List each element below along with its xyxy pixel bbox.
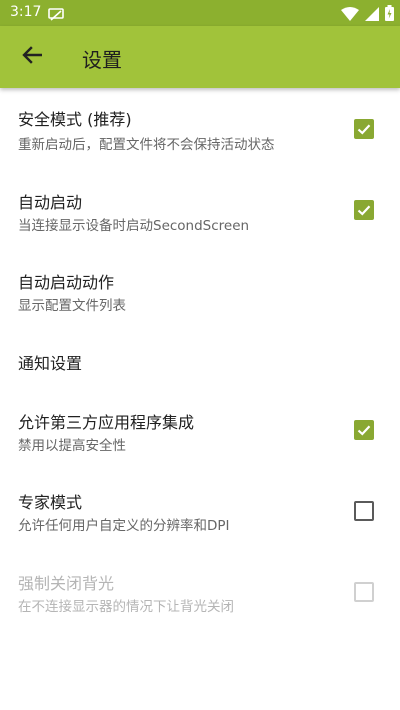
- setting-title: 自动启动: [18, 193, 83, 212]
- setting-title: 强制关闭背光: [18, 574, 115, 593]
- setting-notification[interactable]: 通知设置: [0, 328, 400, 388]
- setting-title: 安全模式 (推荐): [18, 110, 132, 129]
- page-title: 设置: [82, 48, 122, 72]
- safe-mode-checkbox[interactable]: [354, 119, 374, 139]
- setting-safe-mode[interactable]: 安全模式 (推荐) 重新启动后，配置文件将不会保持活动状态: [0, 88, 400, 168]
- setting-force-backlight-off: 强制关闭背光 在不连接显示器的情况下让背光关闭: [0, 548, 400, 628]
- expert-mode-checkbox[interactable]: [354, 501, 374, 521]
- setting-summary: 禁用以提高安全性: [18, 438, 126, 454]
- setting-title: 通知设置: [18, 354, 83, 373]
- setting-summary: 当连接显示设备时启动SecondScreen: [18, 218, 250, 234]
- battery-icon: [385, 5, 394, 25]
- toolbar: 设置: [0, 26, 400, 88]
- setting-expert-mode[interactable]: 专家模式 允许任何用户自定义的分辨率和DPI: [0, 468, 400, 548]
- setting-summary: 允许任何用户自定义的分辨率和DPI: [18, 518, 230, 534]
- setting-summary: 在不连接显示器的情况下让背光关闭: [18, 599, 234, 615]
- signal-icon: [365, 6, 379, 25]
- setting-title: 自动启动动作: [18, 273, 115, 292]
- back-button[interactable]: [14, 39, 50, 75]
- setting-title: 专家模式: [18, 493, 83, 512]
- setting-auto-start[interactable]: 自动启动 当连接显示设备时启动SecondScreen: [0, 168, 400, 248]
- setting-summary: 显示配置文件列表: [18, 298, 126, 314]
- third-party-checkbox[interactable]: [354, 420, 374, 440]
- wifi-icon: [341, 6, 359, 25]
- notification-icon: [48, 6, 64, 25]
- system-icons: [341, 5, 394, 25]
- setting-third-party-integration[interactable]: 允许第三方应用程序集成 禁用以提高安全性: [0, 388, 400, 468]
- force-backlight-checkbox: [354, 582, 374, 602]
- status-time: 3:17: [10, 4, 42, 20]
- arrow-back-icon: [22, 46, 43, 68]
- setting-summary: 重新启动后，配置文件将不会保持活动状态: [18, 137, 275, 153]
- status-bar: 3:17: [0, 0, 400, 26]
- setting-auto-start-action[interactable]: 自动启动动作 显示配置文件列表: [0, 248, 400, 328]
- auto-start-checkbox[interactable]: [354, 200, 374, 220]
- setting-title: 允许第三方应用程序集成: [18, 413, 195, 432]
